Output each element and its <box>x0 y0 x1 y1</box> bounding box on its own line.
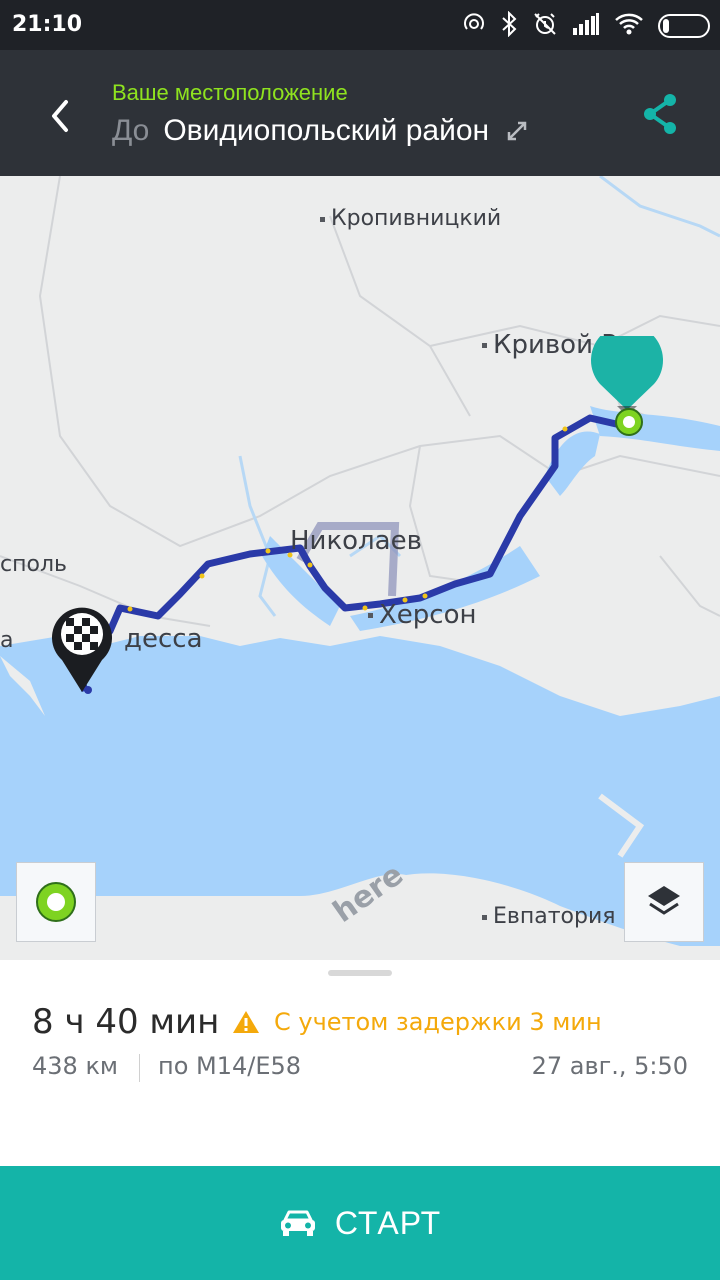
location-pin-icon <box>591 324 663 436</box>
checkered-flag-icon <box>52 607 112 694</box>
city-label-yevpatoria: Евпатория <box>482 904 616 929</box>
route-header: Ваше местоположение До Овидиопольский рай… <box>0 50 720 176</box>
wifi-icon <box>614 12 644 41</box>
alarm-off-icon <box>532 11 558 42</box>
status-bar: 21:10 <box>0 0 720 50</box>
city-label-odesa: десса <box>124 624 203 654</box>
bluetooth-icon <box>500 10 518 42</box>
car-icon <box>280 1210 315 1236</box>
destination-prefix: До <box>112 114 150 147</box>
delay-warning: С учетом задержки 3 мин <box>232 1008 602 1036</box>
start-label: СТАРТ <box>334 1204 442 1241</box>
my-location-icon <box>36 882 76 922</box>
signal-icon <box>572 12 600 41</box>
battery-icon <box>658 14 710 38</box>
expand-icon <box>507 115 527 149</box>
share-button[interactable] <box>636 90 684 138</box>
warning-icon <box>233 1011 259 1033</box>
map-layers-button[interactable] <box>624 862 704 942</box>
route-map[interactable]: Кропивницкий Кривой Р Николаев Херсон де… <box>0 176 720 960</box>
status-icons <box>462 10 710 42</box>
city-label-kherson: Херсон <box>368 600 477 630</box>
back-button[interactable] <box>32 88 88 144</box>
destination-row[interactable]: До Овидиопольский район <box>112 114 527 149</box>
status-time: 21:10 <box>12 12 83 37</box>
navigation-app: 21:10 Ваше местоположение До Овидиопольс… <box>0 0 720 1280</box>
hotspot-icon <box>462 12 486 41</box>
route-duration: 8 ч 40 мин <box>32 1002 220 1042</box>
city-label-kropyvnytskyi: Кропивницкий <box>320 206 501 231</box>
share-icon <box>644 94 676 134</box>
layers-icon <box>648 886 680 915</box>
my-location-button[interactable] <box>16 862 96 942</box>
chevron-left-icon <box>52 100 68 132</box>
origin-label[interactable]: Ваше местоположение <box>112 80 348 106</box>
stat-divider <box>139 1054 140 1082</box>
destination-name: Овидиопольский район <box>163 114 490 147</box>
city-label-partial: а <box>0 628 14 653</box>
delay-warning-text: С учетом задержки 3 мин <box>274 1008 602 1036</box>
map-canvas <box>0 176 720 960</box>
route-distance: 438 км <box>32 1052 119 1080</box>
sheet-drag-handle[interactable] <box>328 970 392 976</box>
route-road: по М14/Е58 <box>158 1052 302 1080</box>
arrival-time: 27 авг., 5:50 <box>531 1052 688 1080</box>
city-label-mykolaiv: Николаев <box>290 526 422 556</box>
destination-pin[interactable] <box>50 604 114 694</box>
origin-pin[interactable] <box>590 324 664 440</box>
start-navigation-button[interactable]: СТАРТ <box>0 1166 720 1280</box>
route-summary-sheet[interactable]: 8 ч 40 мин С учетом задержки 3 мин 438 к… <box>0 960 720 1166</box>
city-label-tiraspol: споль <box>0 552 67 577</box>
